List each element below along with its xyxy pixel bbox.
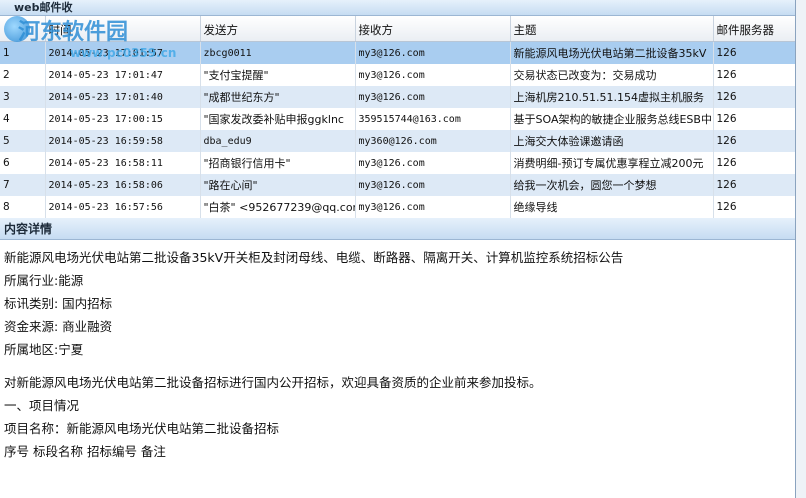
cell-sender: "招商银行信用卡" [200,152,356,174]
cell-index: 7 [0,174,46,196]
cell-subject: 新能源风电场光伏电站第二批设备35kV [510,41,714,64]
cell-index: 6 [0,152,46,174]
cell-recipient: my3@126.com [355,41,511,64]
table-row[interactable]: 4 2014-05-23 17:00:15 "国家发改委补贴申报ggklnc 3… [0,108,795,130]
cell-recipient: 359515744@163.com [355,108,511,130]
cell-index: 3 [0,86,46,108]
mail-table-header-row: 时间 发送方 接收方 主题 邮件服务器 [0,16,795,42]
cell-index: 4 [0,108,46,130]
app-window: web邮件收 时间 发送方 接收方 主题 邮件服务器 1 2014-05-23 … [0,0,796,498]
cell-recipient: my3@126.com [355,152,511,174]
detail-content[interactable]: 新能源风电场光伏电站第二批设备35kV开关柜及封闭母线、电缆、断路器、隔离开关、… [0,240,795,463]
mail-panel-title: web邮件收 [14,1,73,14]
mail-table: 时间 发送方 接收方 主题 邮件服务器 1 2014-05-23 17:01:5… [0,16,795,218]
cell-subject: 交易状态已改变为：交易成功 [510,64,714,86]
cell-sender: "路在心间" [200,174,356,196]
detail-line: 一、项目情况 [4,398,80,413]
cell-server: 126 [713,174,795,196]
cell-sender: zbcg0011 [200,41,356,64]
cell-time: 2014-05-23 17:01:47 [45,64,201,86]
cell-server: 126 [713,64,795,86]
column-header-time[interactable]: 时间 [45,16,201,42]
cell-recipient: my360@126.com [355,130,511,152]
window-edge [796,0,806,498]
cell-server: 126 [713,152,795,174]
column-header-subject[interactable]: 主题 [510,16,714,42]
detail-line: 对新能源风电场光伏电站第二批设备招标进行国内公开招标，欢迎具备资质的企业前来参加… [4,375,542,390]
table-row[interactable]: 3 2014-05-23 17:01:40 "成都世纪东方" my3@126.c… [0,86,795,108]
cell-time: 2014-05-23 16:58:06 [45,174,201,196]
cell-subject: 上海交大体验课邀请函 [510,130,714,152]
cell-subject: 消费明细-预订专属优惠享程立减200元 [510,152,714,174]
table-row[interactable]: 1 2014-05-23 17:01:57 zbcg0011 my3@126.c… [0,41,795,64]
cell-sender: dba_edu9 [200,130,356,152]
detail-line: 序号 标段名称 招标编号 备注 [4,444,166,459]
detail-panel-title: 内容详情 [4,222,53,236]
cell-server: 126 [713,41,795,64]
cell-index: 2 [0,64,46,86]
detail-line: 新能源风电场光伏电站第二批设备35kV开关柜及封闭母线、电缆、断路器、隔离开关、… [4,250,624,265]
cell-index: 1 [0,41,46,64]
cell-server: 126 [713,130,795,152]
cell-time: 2014-05-23 16:57:56 [45,196,201,218]
table-row[interactable]: 8 2014-05-23 16:57:56 "白茶" <952677239@qq… [0,196,795,218]
cell-subject: 基于SOA架构的敏捷企业服务总线ESB中 [510,108,714,130]
detail-spacer [4,361,791,371]
cell-index: 8 [0,196,46,218]
column-header-sender[interactable]: 发送方 [200,16,356,42]
table-row[interactable]: 5 2014-05-23 16:59:58 dba_edu9 my360@126… [0,130,795,152]
detail-line: 标讯类别: 国内招标 [4,296,113,311]
cell-index: 5 [0,130,46,152]
cell-subject: 上海机房210.51.51.154虚拟主机服务 [510,86,714,108]
cell-server: 126 [713,108,795,130]
cell-sender: "成都世纪东方" [200,86,356,108]
cell-time: 2014-05-23 16:58:11 [45,152,201,174]
cell-time: 2014-05-23 17:01:57 [45,41,201,64]
watermark-logo-icon [4,16,30,42]
mail-panel-header: web邮件收 [0,0,795,16]
cell-subject: 给我一次机会，圆您一个梦想 [510,174,714,196]
detail-line: 所属地区:宁夏 [4,342,84,357]
detail-panel-header: 内容详情 [0,218,795,240]
column-header-recipient[interactable]: 接收方 [355,16,511,42]
detail-line: 所属行业:能源 [4,273,84,288]
cell-server: 126 [713,196,795,218]
cell-time: 2014-05-23 17:01:40 [45,86,201,108]
cell-subject: 绝缘导线 [510,196,714,218]
cell-sender: "白茶" <952677239@qq.com> [200,196,356,218]
cell-recipient: my3@126.com [355,86,511,108]
detail-line: 项目名称：新能源风电场光伏电站第二批设备招标 [4,421,280,436]
cell-time: 2014-05-23 16:59:58 [45,130,201,152]
table-row[interactable]: 6 2014-05-23 16:58:11 "招商银行信用卡" my3@126.… [0,152,795,174]
cell-recipient: my3@126.com [355,174,511,196]
cell-server: 126 [713,86,795,108]
cell-recipient: my3@126.com [355,64,511,86]
table-row[interactable]: 7 2014-05-23 16:58:06 "路在心间" my3@126.com… [0,174,795,196]
cell-sender: "国家发改委补贴申报ggklnc [200,108,356,130]
cell-recipient: my3@126.com [355,196,511,218]
cell-time: 2014-05-23 17:00:15 [45,108,201,130]
table-row[interactable]: 2 2014-05-23 17:01:47 "支付宝提醒" my3@126.co… [0,64,795,86]
column-header-server[interactable]: 邮件服务器 [713,16,795,42]
detail-line: 资金来源: 商业融资 [4,319,113,334]
cell-sender: "支付宝提醒" [200,64,356,86]
